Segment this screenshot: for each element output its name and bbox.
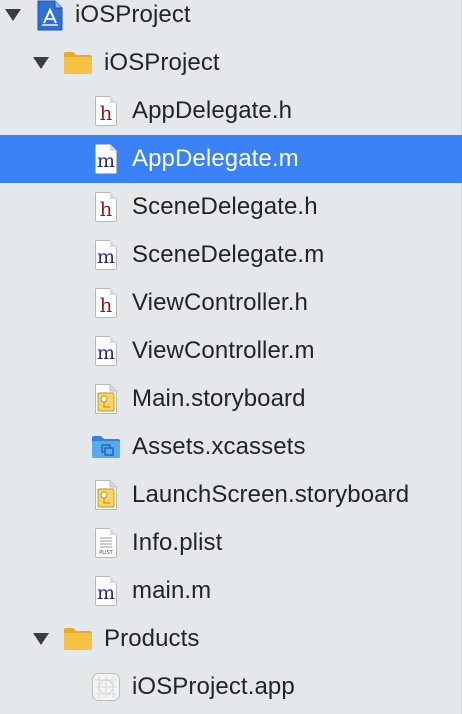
tree-row-file[interactable]: PLIST Info.plist	[0, 519, 462, 567]
tree-row-group-iosproject[interactable]: iOSProject	[0, 39, 462, 87]
tree-row-label: Assets.xcassets	[132, 433, 306, 460]
tree-row-file[interactable]: h AppDelegate.h	[0, 87, 462, 135]
tree-row-label: main.m	[132, 577, 212, 604]
tree-row-label: ViewController.m	[132, 337, 315, 364]
tree-row-file[interactable]: LaunchScreen.storyboard	[0, 471, 462, 519]
tree-row-label: AppDelegate.m	[132, 145, 299, 172]
objc-source-file-icon: m	[95, 240, 117, 270]
tree-row-label: AppDelegate.h	[132, 97, 293, 124]
plist-file-icon: PLIST	[95, 528, 117, 558]
tree-row-label: SceneDelegate.m	[132, 241, 325, 268]
tree-row-file[interactable]: m ViewController.m	[0, 327, 462, 375]
tree-row-file[interactable]: h ViewController.h	[0, 279, 462, 327]
disclosure-triangle-expanded-icon[interactable]	[33, 633, 49, 645]
header-file-icon: h	[95, 192, 117, 222]
disclosure-triangle-expanded-icon[interactable]	[5, 9, 21, 21]
tree-row-label: Products	[104, 625, 200, 652]
tree-row-label: iOSProject	[104, 49, 220, 76]
objc-source-file-icon: m	[95, 576, 117, 606]
tree-row-group-products[interactable]: Products	[0, 615, 462, 663]
header-file-icon: h	[95, 96, 117, 126]
app-product-icon	[91, 672, 121, 707]
disclosure-triangle-expanded-icon[interactable]	[33, 57, 49, 69]
folder-icon	[63, 50, 93, 80]
tree-row-file[interactable]: Assets.xcassets	[0, 423, 462, 471]
tree-row-file[interactable]: m SceneDelegate.m	[0, 231, 462, 279]
project-navigator: iOSProject iOSProject h AppDelegate.h m …	[0, 0, 462, 714]
storyboard-file-icon	[95, 384, 117, 419]
objc-source-file-icon: m	[95, 144, 117, 174]
tree-row-label: ViewController.h	[132, 289, 308, 316]
tree-row-project[interactable]: iOSProject	[0, 0, 462, 39]
storyboard-file-icon	[95, 480, 117, 515]
header-file-icon: h	[95, 288, 117, 318]
tree-row-label: Main.storyboard	[132, 385, 306, 412]
asset-catalog-icon	[91, 434, 121, 464]
tree-row-label: iOSProject	[75, 1, 191, 28]
tree-row-file[interactable]: h SceneDelegate.h	[0, 183, 462, 231]
objc-source-file-icon: m	[95, 336, 117, 366]
tree-row-file[interactable]: m main.m	[0, 567, 462, 615]
xcode-project-icon	[36, 0, 63, 36]
tree-row-label: LaunchScreen.storyboard	[132, 481, 410, 508]
tree-row-product[interactable]: iOSProject.app	[0, 663, 462, 711]
tree-row-label: iOSProject.app	[132, 673, 295, 700]
tree-row-file-selected[interactable]: m AppDelegate.m	[0, 135, 462, 183]
folder-icon	[63, 626, 93, 656]
tree-row-label: SceneDelegate.h	[132, 193, 318, 220]
tree-row-file[interactable]: Main.storyboard	[0, 375, 462, 423]
tree-row-label: Info.plist	[132, 529, 223, 556]
